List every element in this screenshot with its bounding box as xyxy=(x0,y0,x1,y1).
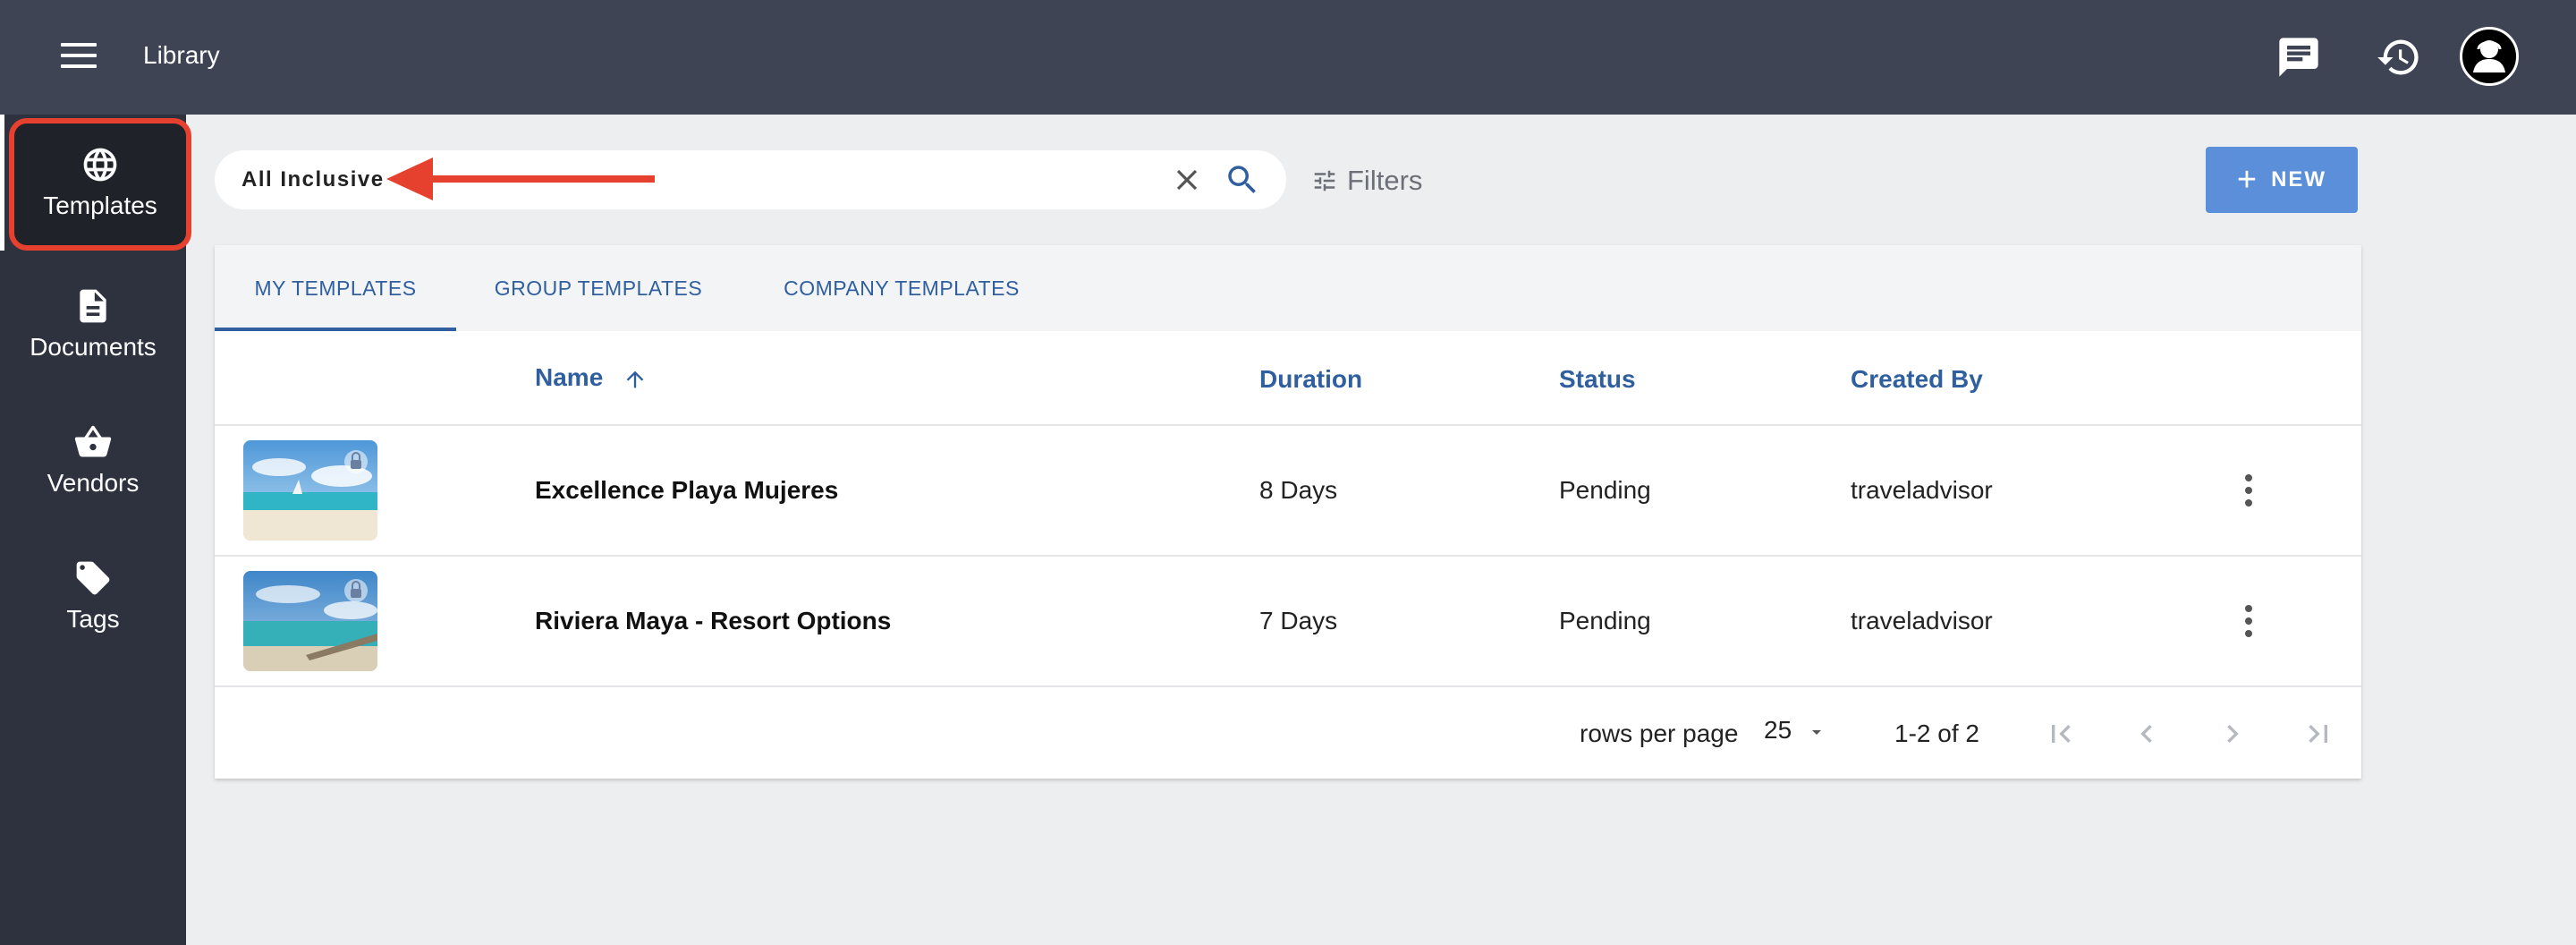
rows-per-page-value: 25 xyxy=(1764,716,1792,744)
tag-icon xyxy=(76,561,110,595)
filters-label: Filters xyxy=(1347,165,1423,196)
template-created-by: traveladvisor xyxy=(1851,476,1993,504)
rows-per-page-select[interactable]: 25 xyxy=(1764,716,1835,752)
next-page-icon[interactable] xyxy=(2215,716,2250,752)
more-options-icon[interactable] xyxy=(2238,601,2259,641)
chevron-down-icon xyxy=(1811,729,1821,735)
history-icon[interactable] xyxy=(2376,34,2422,81)
annotation-arrow xyxy=(386,158,655,200)
filters-button[interactable]: Filters xyxy=(1311,161,1422,200)
sidebar-item-documents[interactable]: Documents xyxy=(0,263,186,388)
template-created-by: traveladvisor xyxy=(1851,607,1993,634)
template-status: Pending xyxy=(1559,476,1651,504)
pagination-range: 1-2 of 2 xyxy=(1894,719,1979,747)
tab-bar: MY TEMPLATES GROUP TEMPLATES COMPANY TEM… xyxy=(215,245,2361,331)
globe-icon xyxy=(83,148,117,182)
menu-icon[interactable] xyxy=(61,43,97,72)
column-header-created-by[interactable]: Created By xyxy=(1851,365,1983,394)
template-duration: 8 Days xyxy=(1259,476,1338,504)
table-row[interactable]: Excellence Playa Mujeres 8 Days Pending … xyxy=(215,426,2361,557)
template-name[interactable]: Riviera Maya - Resort Options xyxy=(535,607,891,635)
arrow-up-icon xyxy=(626,370,644,387)
templates-card: MY TEMPLATES GROUP TEMPLATES COMPANY TEM… xyxy=(215,245,2361,779)
sidebar-item-label: Tags xyxy=(66,605,120,633)
plus-icon: + xyxy=(2236,160,2258,199)
tab-company-templates[interactable]: COMPANY TEMPLATES xyxy=(741,245,1063,331)
avatar[interactable] xyxy=(2460,27,2519,86)
search-bar xyxy=(215,150,1286,209)
sidebar-item-tags[interactable]: Tags xyxy=(0,535,186,660)
sidebar-item-label: Vendors xyxy=(47,469,140,497)
page-title: Library xyxy=(143,41,220,69)
column-header-status[interactable]: Status xyxy=(1559,365,1636,394)
template-name[interactable]: Excellence Playa Mujeres xyxy=(535,476,838,505)
template-duration: 7 Days xyxy=(1259,607,1338,634)
last-page-icon[interactable] xyxy=(2301,716,2336,752)
tab-group-templates[interactable]: GROUP TEMPLATES xyxy=(456,245,741,331)
close-icon[interactable] xyxy=(1170,163,1204,197)
search-input[interactable] xyxy=(242,163,1136,197)
table-row[interactable]: Riviera Maya - Resort Options 7 Days Pen… xyxy=(215,557,2361,687)
column-header-duration[interactable]: Duration xyxy=(1259,365,1362,394)
previous-page-icon[interactable] xyxy=(2129,716,2165,752)
template-thumbnail xyxy=(243,571,377,671)
tab-my-templates[interactable]: MY TEMPLATES xyxy=(215,245,456,331)
top-app-bar: Library xyxy=(0,0,2576,115)
search-icon[interactable] xyxy=(1224,161,1261,199)
basket-icon xyxy=(74,425,112,457)
active-indicator xyxy=(0,115,4,251)
column-header-name[interactable]: Name xyxy=(535,363,648,392)
rows-per-page-label: rows per page xyxy=(1580,719,1739,747)
chat-icon[interactable] xyxy=(2275,34,2322,81)
table-pagination: rows per page 25 1-2 of 2 xyxy=(215,689,2361,779)
column-header-label: Name xyxy=(535,363,604,391)
more-options-icon[interactable] xyxy=(2238,471,2259,510)
sidebar: Templates Documents Vendors Tags xyxy=(0,115,191,945)
sidebar-item-templates[interactable]: Templates xyxy=(9,118,191,251)
template-thumbnail xyxy=(243,440,377,541)
template-status: Pending xyxy=(1559,607,1651,634)
sidebar-item-vendors[interactable]: Vendors xyxy=(0,399,186,524)
tune-icon xyxy=(1314,170,1335,192)
new-button-label: NEW xyxy=(2271,167,2327,192)
new-button[interactable]: + NEW xyxy=(2206,147,2358,213)
sidebar-item-label: Documents xyxy=(30,333,157,361)
first-page-icon[interactable] xyxy=(2043,716,2079,752)
table-header: Name Duration Status Created By xyxy=(215,331,2361,426)
document-icon xyxy=(80,289,106,323)
sidebar-item-label: Templates xyxy=(43,192,157,219)
